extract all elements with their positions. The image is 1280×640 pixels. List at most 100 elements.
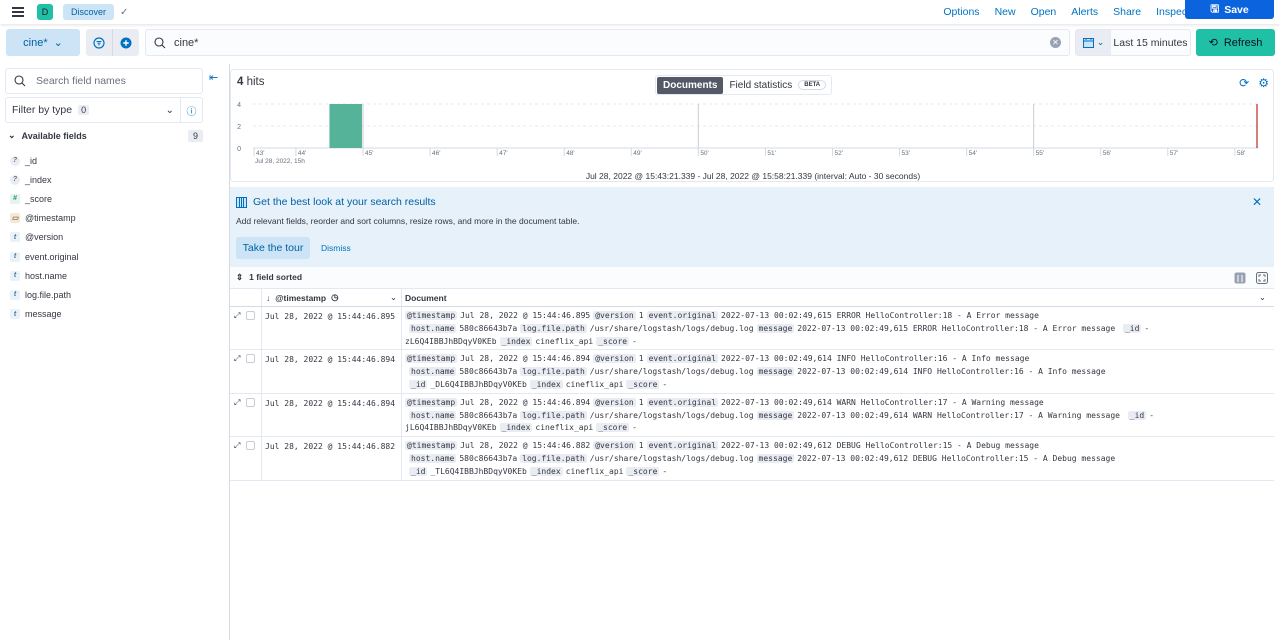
tab-documents[interactable]: Documents: [657, 76, 724, 94]
row-checkbox[interactable]: [246, 311, 256, 320]
document-cell[interactable]: @timestamp Jul 28, 2022 @ 15:44:46.894 @ve…: [402, 394, 1274, 438]
field-item[interactable]: ▭ @timestamp: [10, 209, 200, 228]
time-range[interactable]: Last 15 minutes: [1111, 30, 1190, 55]
top-header: D Discover ✓ Options New Open Alerts Sha…: [0, 0, 1280, 24]
tab-field-statistics[interactable]: Field statistics: [723, 77, 798, 94]
document-cell[interactable]: @timestamp Jul 28, 2022 @ 15:44:46.894 @ve…: [402, 350, 1274, 394]
field-key: @version: [593, 311, 636, 320]
add-filter-button[interactable]: [113, 29, 139, 56]
y-tick-label: 4: [237, 102, 241, 109]
quick-menu-button[interactable]: ⌄: [1076, 30, 1111, 55]
available-fields-header[interactable]: ⌄ Available fields 9: [8, 129, 203, 142]
document-line: @timestamp Jul 28, 2022 @ 15:44:46.894 @ve…: [405, 353, 1271, 366]
open-link[interactable]: Open: [1031, 6, 1057, 18]
string-type-icon: t: [10, 251, 20, 262]
row-controls: ⤢: [230, 393, 262, 437]
expand-icon[interactable]: ⤢: [234, 311, 240, 321]
x-tick-label: 48': [566, 150, 574, 157]
field-item[interactable]: t host.name: [10, 266, 200, 285]
field-item[interactable]: t log.file.path: [10, 285, 200, 304]
timestamp-cell[interactable]: Jul 28, 2022 @ 15:44:46.895: [262, 307, 402, 350]
dismiss-button[interactable]: Dismiss: [321, 243, 351, 253]
expand-icon[interactable]: ⤢: [234, 441, 240, 451]
field-key: log.file.path: [520, 453, 587, 463]
row-checkbox[interactable]: [246, 397, 256, 407]
clear-icon[interactable]: ✕: [1050, 37, 1061, 48]
field-value: cineflix_api: [565, 466, 624, 476]
x-tick-label: 43': [256, 150, 264, 157]
table-row: ⤢ Jul 28, 2022 @ 15:44:46.894 @timestamp J…: [230, 350, 1274, 394]
string-type-icon: t: [10, 270, 20, 281]
refresh-button[interactable]: ⟲ Refresh: [1196, 29, 1275, 56]
options-link[interactable]: Options: [943, 6, 979, 18]
field-item[interactable]: # _score: [10, 189, 200, 208]
chevron-down-icon[interactable]: ⌄: [1259, 292, 1266, 303]
filter-by-type[interactable]: Filter by type 0 ⌄ ⓘ: [5, 97, 203, 123]
reset-search-icon[interactable]: ⟳: [1239, 76, 1249, 90]
field-key: @version: [593, 397, 636, 407]
field-item[interactable]: t event.original: [10, 247, 200, 266]
sort-icon: ⇕: [236, 272, 244, 282]
menu-icon[interactable]: [12, 7, 24, 17]
share-link[interactable]: Share: [1113, 6, 1141, 18]
take-tour-button[interactable]: Take the tour: [236, 237, 310, 259]
new-link[interactable]: New: [995, 6, 1016, 18]
data-view-picker[interactable]: cine* ⌄: [6, 29, 80, 56]
sort-button[interactable]: ⇕ 1 field sorted: [236, 272, 302, 283]
field-name: message: [25, 309, 62, 320]
field-item[interactable]: t message: [10, 305, 200, 324]
field-value: zL6Q4IBBJhBDqyV0KEb: [405, 336, 497, 346]
expand-icon[interactable]: ⤢: [234, 398, 240, 408]
row-checkbox[interactable]: [246, 441, 256, 451]
timestamp-cell[interactable]: Jul 28, 2022 @ 15:44:46.882: [262, 437, 402, 480]
row-checkbox[interactable]: [246, 354, 256, 364]
space-avatar[interactable]: D: [37, 4, 53, 20]
timestamp-cell[interactable]: Jul 28, 2022 @ 15:44:46.894: [262, 393, 402, 437]
x-tick-label: 57': [1170, 150, 1178, 157]
close-icon[interactable]: ✕: [1252, 195, 1262, 209]
expand-icon[interactable]: ⤢: [234, 354, 240, 364]
document-line: _id _DL6Q4IBBJhBDqyV0KEb _index cineflix_ap…: [405, 379, 1271, 392]
field-value: /usr/share/logstash/logs/debug.log: [589, 367, 754, 377]
density-icon[interactable]: [1234, 272, 1246, 284]
timestamp-cell[interactable]: Jul 28, 2022 @ 15:44:46.894: [262, 350, 402, 393]
query-input[interactable]: cine* ✕: [145, 29, 1070, 56]
breadcrumb-discover[interactable]: Discover: [63, 4, 115, 20]
field-value: Jul 28, 2022 @ 15:44:46.894: [460, 397, 591, 407]
collapse-sidebar-icon[interactable]: ⇤: [209, 71, 218, 84]
field-key: host.name: [409, 453, 457, 463]
x-axis-sublabel: Jul 28, 2022, 15h: [255, 158, 305, 165]
field-value: 1: [638, 311, 644, 320]
field-item[interactable]: ? _id: [10, 151, 200, 170]
column-header-document[interactable]: Document ⌄: [402, 289, 1274, 306]
document-line: host.name 580c86643b7a log.file.path/usr/s…: [405, 410, 1271, 423]
gear-icon[interactable]: ⚙: [1258, 76, 1269, 90]
field-search-input[interactable]: Search field names: [5, 68, 203, 94]
save-button[interactable]: 🖫 Save: [1185, 0, 1274, 19]
document-cell[interactable]: @timestamp Jul 28, 2022 @ 15:44:46.895 @ve…: [402, 307, 1274, 351]
column-header-timestamp[interactable]: ↓ @timestamp ◷ ⌄: [262, 289, 402, 306]
row-controls: ⤢: [230, 350, 262, 393]
histogram-chart[interactable]: 0 2 4 43' 44' 45' 46' 47' 48' 49' 50' 51' 52' 53' 54' 5…: [231, 96, 1275, 168]
info-icon[interactable]: ⓘ: [180, 98, 202, 122]
fullscreen-icon[interactable]: [1256, 271, 1268, 284]
filter-menu-button[interactable]: [86, 29, 113, 56]
filter-buttons: [86, 29, 139, 56]
field-item[interactable]: t @version: [10, 228, 200, 247]
field-item[interactable]: ? _index: [10, 170, 200, 189]
field-name: _id: [25, 155, 38, 166]
document-cell[interactable]: @timestamp Jul 28, 2022 @ 15:44:46.882 @ve…: [402, 437, 1274, 481]
alerts-link[interactable]: Alerts: [1071, 6, 1098, 18]
field-key: log.file.path: [520, 410, 587, 420]
x-tick-label: 49': [633, 150, 641, 157]
field-value: -: [662, 466, 668, 476]
document-line: host.name 580c86643b7a log.file.path/usr/s…: [405, 323, 1271, 336]
unknown-type-icon: ?: [10, 174, 20, 185]
field-key: event.original: [646, 311, 719, 320]
chevron-down-icon[interactable]: ⌄: [390, 292, 397, 303]
field-sidebar: Search field names ⇤ Filter by type 0 ⌄ …: [0, 64, 230, 640]
date-type-icon: ▭: [10, 213, 20, 224]
table-row: ⤢ Jul 28, 2022 @ 15:44:46.882 @timestamp J…: [230, 437, 1274, 481]
callout-title: Get the best look at your search results: [236, 196, 436, 208]
field-key: _score: [596, 423, 630, 433]
